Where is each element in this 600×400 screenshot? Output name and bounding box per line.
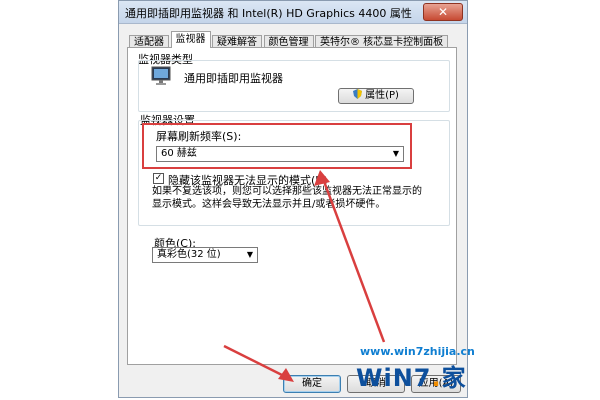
chevron-down-icon: ▼ <box>246 250 253 259</box>
monitor-tab-panel: 监视器类型 通用即插即用监视器 属性(P) 监视器设置 屏幕刷新频率(S): 6… <box>127 47 457 365</box>
logo-main: WiN7 <box>356 364 432 392</box>
tab-monitor[interactable]: 监视器 <box>170 31 211 48</box>
properties-button[interactable]: 属性(P) <box>338 88 414 104</box>
hide-modes-checkbox[interactable]: ✓ <box>153 173 164 184</box>
window-title: 通用即插即用监视器 和 Intel(R) HD Graphics 4400 属性 <box>125 7 412 20</box>
close-button[interactable]: ✕ <box>423 3 463 21</box>
title-bar[interactable]: 通用即插即用监视器 和 Intel(R) HD Graphics 4400 属性… <box>119 1 467 24</box>
shield-icon <box>353 89 363 99</box>
hide-modes-description: 如果不复选该项，则您可以选择那些该监视器无法正常显示的 显示模式。这样会导致无法… <box>152 185 422 211</box>
monitor-name: 通用即插即用监视器 <box>184 72 283 85</box>
chevron-down-icon: ▼ <box>392 149 399 158</box>
description-line: 显示模式。这样会导致无法显示并且/或者损坏硬件。 <box>152 199 386 210</box>
logo-dot: . <box>431 364 442 392</box>
watermark-url: www.win7zhijia.cn <box>360 345 475 358</box>
monitor-icon <box>151 66 171 85</box>
description-line: 如果不复选该项，则您可以选择那些该监视器无法正常显示的 <box>152 186 422 197</box>
ok-button[interactable]: 确定 <box>283 375 341 393</box>
site-watermark: www.win7zhijia.cn WiN7.家 <box>356 345 475 393</box>
colors-select[interactable]: 真彩色(32 位) ▼ <box>152 247 258 263</box>
properties-button-label: 属性(P) <box>365 90 399 101</box>
logo-tail: 家 <box>441 364 467 392</box>
watermark-logo: WiN7.家 <box>356 364 467 392</box>
colors-value: 真彩色(32 位) <box>157 249 221 260</box>
refresh-rate-label: 屏幕刷新频率(S): <box>156 130 242 143</box>
refresh-rate-select[interactable]: 60 赫兹 ▼ <box>156 146 404 162</box>
properties-dialog: 通用即插即用监视器 和 Intel(R) HD Graphics 4400 属性… <box>118 0 468 398</box>
monitor-type-group <box>138 60 450 112</box>
tab-strip: 适配器 监视器 疑难解答 颜色管理 英特尔® 核芯显卡控制面板 <box>129 31 449 50</box>
refresh-rate-value: 60 赫兹 <box>161 148 197 159</box>
